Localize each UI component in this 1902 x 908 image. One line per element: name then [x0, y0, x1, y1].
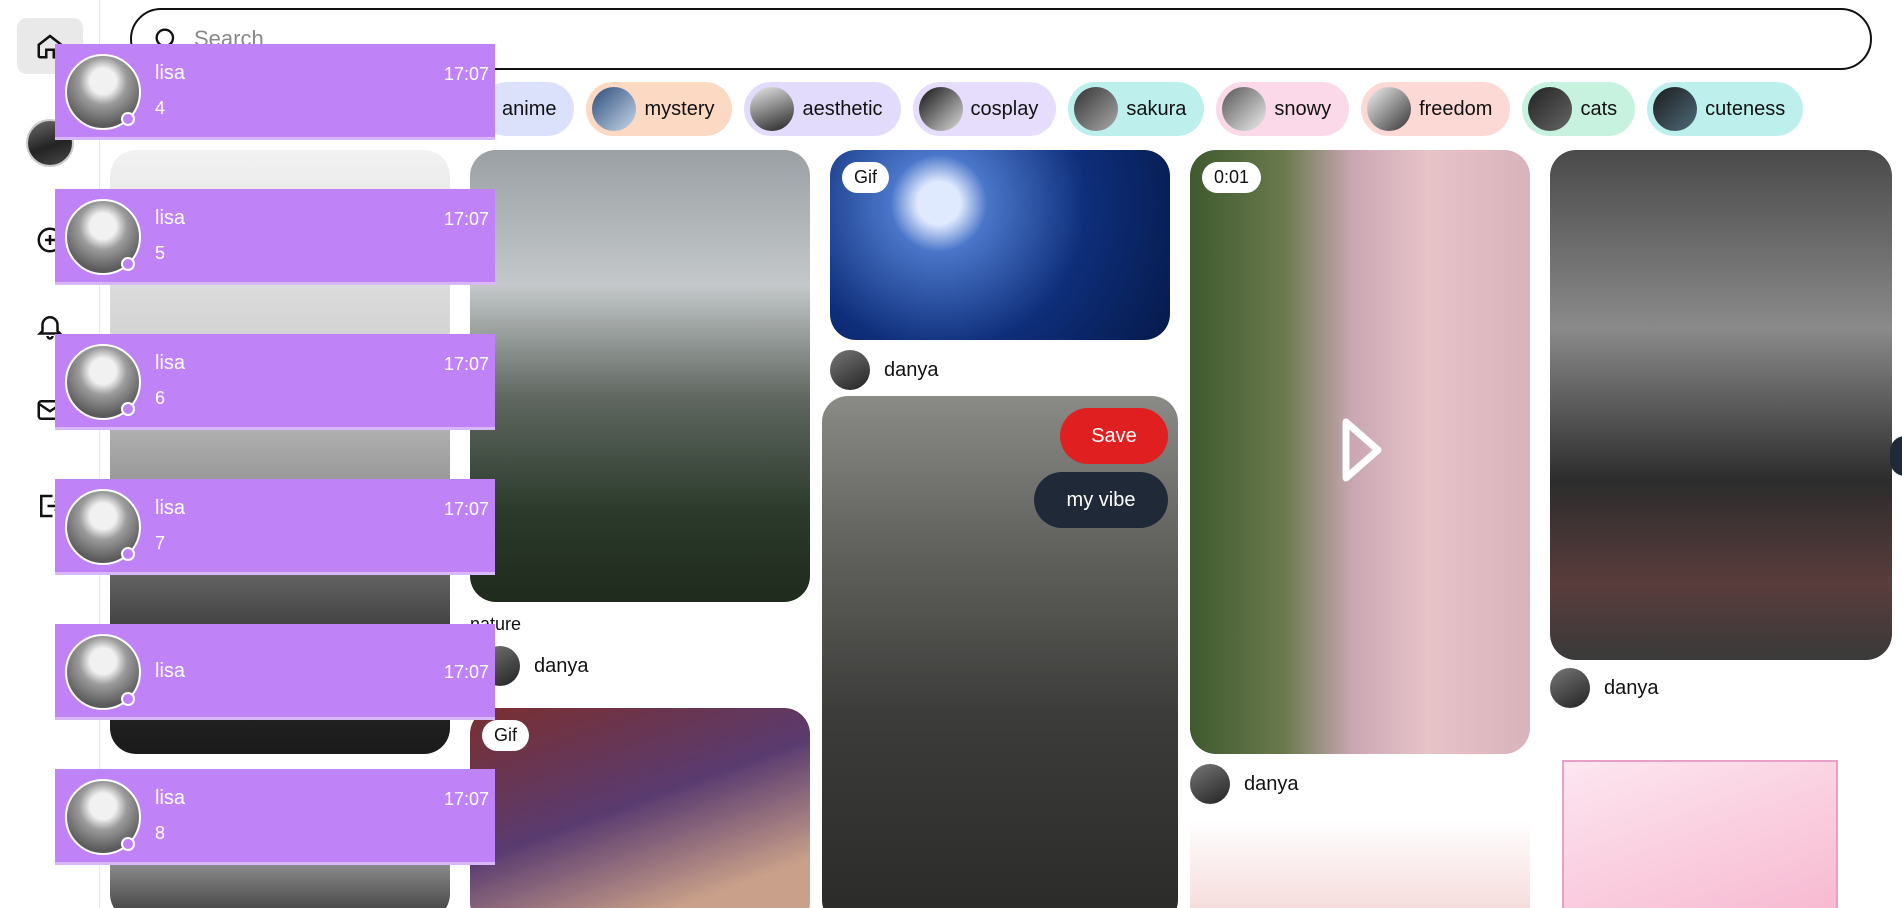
tag-freedom[interactable]: freedom: [1361, 82, 1511, 136]
tag-thumbnail: [1367, 87, 1412, 131]
save-button[interactable]: Save: [1060, 408, 1168, 464]
pin-image-moon-gif[interactable]: Gif: [830, 150, 1170, 340]
notification-time: 17:07: [443, 499, 489, 519]
notification-sender: lisa: [155, 787, 186, 809]
tag-thumbnail: [918, 87, 963, 131]
notification-time: 17:07: [443, 789, 489, 809]
notification-message: 7: [155, 533, 166, 553]
notification-message: 4: [155, 98, 166, 118]
online-indicator: [121, 692, 135, 706]
notification-toast[interactable]: lisa 4 17:07: [55, 44, 495, 140]
notification-time: 17:07: [443, 354, 489, 374]
online-indicator: [121, 257, 135, 271]
author-avatar: [830, 350, 870, 390]
online-indicator: [121, 547, 135, 561]
pin-image-anime-card[interactable]: [1562, 760, 1838, 908]
tag-cosplay[interactable]: cosplay: [912, 82, 1057, 136]
notification-time: 17:07: [443, 64, 489, 84]
pin-image-shibuya-snow[interactable]: [1550, 150, 1892, 660]
pin-author[interactable]: danya: [1190, 764, 1299, 804]
notification-message: 5: [155, 243, 166, 263]
notification-sender: lisa: [155, 660, 186, 682]
notification-message: 8: [155, 823, 166, 843]
notification-toast[interactable]: lisa 8 17:07: [55, 769, 495, 865]
pin-author[interactable]: danya: [480, 646, 589, 686]
tag-chips: anime mystery aesthetic cosplay sakura s…: [480, 82, 1804, 136]
author-avatar: [1550, 668, 1590, 708]
tag-thumbnail: [1074, 87, 1119, 131]
gif-badge: Gif: [842, 162, 890, 193]
pin-image-anime-gif[interactable]: Gif: [470, 708, 810, 908]
notification-toast[interactable]: lisa 17:07: [55, 624, 495, 720]
notification-time: 17:07: [443, 209, 489, 229]
notification-sender: lisa: [155, 62, 186, 84]
online-indicator: [121, 837, 135, 851]
tag-sakura[interactable]: sakura: [1068, 82, 1205, 136]
online-indicator: [121, 112, 135, 126]
pin-author[interactable]: danya: [830, 350, 939, 390]
notification-sender: lisa: [155, 497, 186, 519]
pin-image-nature[interactable]: [470, 150, 810, 602]
tag-thumbnail: [1222, 87, 1267, 131]
video-duration-badge: 0:01: [1202, 162, 1262, 193]
tag-cuteness[interactable]: cuteness: [1647, 82, 1804, 136]
pin-author[interactable]: danya: [1550, 668, 1659, 708]
tag-snowy[interactable]: snowy: [1216, 82, 1350, 136]
tag-aesthetic[interactable]: aesthetic: [744, 82, 901, 136]
tag-thumbnail: [750, 87, 795, 131]
tag-mystery[interactable]: mystery: [586, 82, 733, 136]
board-select-button[interactable]: my vibe: [1034, 472, 1168, 528]
notification-sender: lisa: [155, 352, 186, 374]
tag-thumbnail: [1528, 87, 1573, 131]
pin-image-sketch[interactable]: [1190, 820, 1530, 908]
gif-badge: Gif: [482, 720, 530, 751]
notification-time: 17:07: [443, 662, 489, 682]
notification-sender: lisa: [155, 207, 186, 229]
tag-thumbnail: [1653, 87, 1698, 131]
online-indicator: [121, 402, 135, 416]
tag-thumbnail: [592, 87, 637, 131]
tag-cats[interactable]: cats: [1522, 82, 1636, 136]
notification-toast[interactable]: lisa 5 17:07: [55, 189, 495, 285]
notification-message: 6: [155, 388, 166, 408]
author-avatar: [1190, 764, 1230, 804]
play-icon[interactable]: [1342, 418, 1382, 482]
notification-toast[interactable]: lisa 6 17:07: [55, 334, 495, 430]
notification-toast[interactable]: lisa 7 17:07: [55, 479, 495, 575]
